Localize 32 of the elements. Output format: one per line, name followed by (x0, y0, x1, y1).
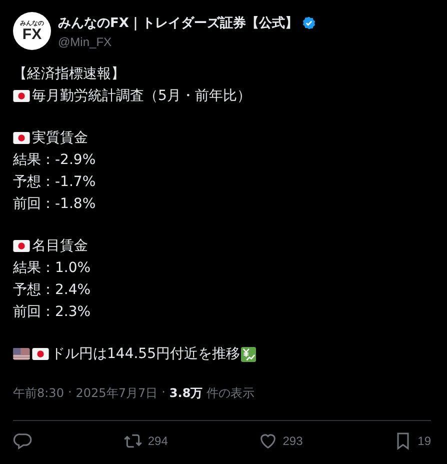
separator-dot: · (162, 385, 166, 401)
post-time[interactable]: 午前8:30 (13, 385, 64, 402)
post-text-line: 前回：-1.8% (13, 195, 96, 213)
heart-icon (258, 431, 278, 451)
post-text-line: 前回：2.3% (13, 303, 91, 321)
author-handle[interactable]: @Min_FX (58, 34, 316, 48)
separator-dot: · (68, 385, 72, 401)
post-text-line: 毎月勤労統計調査（5月・前年比） (32, 87, 251, 105)
japan-flag-icon (13, 240, 30, 252)
view-count: 3.8万 (169, 385, 203, 402)
japan-flag-icon (13, 90, 30, 102)
repost-button[interactable]: 294 (122, 431, 168, 451)
post-text-line: 結果：-2.9% (13, 151, 96, 169)
post-text-line: 予想：-1.7% (13, 173, 96, 191)
bookmark-button[interactable]: 19 (392, 431, 431, 451)
post-text-line: 予想：2.4% (13, 281, 91, 299)
post-date[interactable]: 2025年7月7日 (76, 385, 158, 402)
reply-button[interactable] (13, 431, 33, 451)
like-button[interactable]: 293 (258, 431, 303, 451)
post-text-line: ドル円は144.55円付近を推移 (51, 345, 240, 363)
post-text-line: 名目賃金 (32, 237, 88, 255)
views-label: 件の表示 (206, 385, 255, 402)
yen-chart-icon (241, 346, 256, 362)
author-name[interactable]: みんなのFX｜トレイダーズ証券【公式】 (58, 14, 298, 32)
japan-flag-icon (32, 348, 49, 360)
avatar-logo-text: FX (22, 26, 42, 42)
speech-bubble-icon (13, 431, 33, 451)
post-text-line: 結果：1.0% (13, 259, 91, 277)
post-text-line: 【経済指標速報】 (13, 65, 125, 83)
japan-flag-icon (13, 132, 30, 144)
post-text-line: 実質賃金 (32, 129, 88, 147)
us-flag-icon (13, 348, 30, 360)
